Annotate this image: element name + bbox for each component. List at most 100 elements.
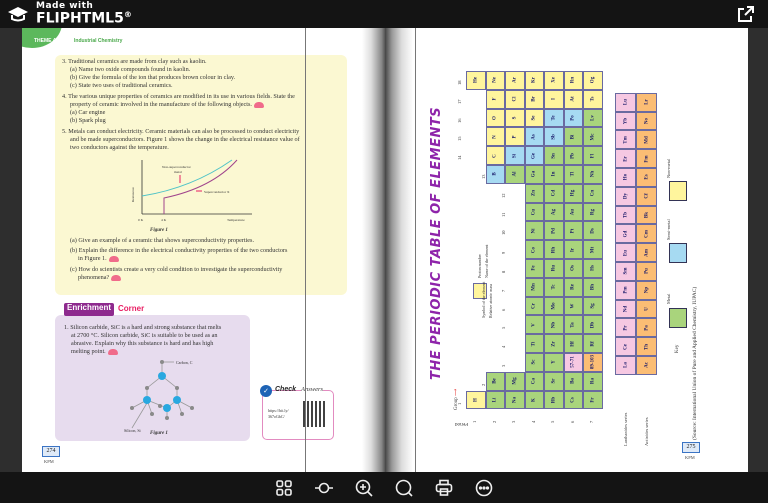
actinide-cell[interactable]: Fm — [636, 149, 657, 168]
element-cell[interactable]: Re — [563, 277, 583, 297]
answer-url[interactable]: https://bit.ly/ — [268, 408, 289, 413]
element-cell[interactable]: Ne — [485, 71, 505, 90]
element-cell[interactable]: Lv — [583, 108, 603, 128]
lanthanide-cell[interactable]: Ce — [615, 337, 636, 356]
lanthanide-cell[interactable]: Gd — [615, 224, 636, 244]
check-answers-box[interactable]: ✓ Check Answers https://bit.ly/ 367oGbC/ — [260, 385, 334, 440]
element-cell[interactable]: Cd — [544, 183, 564, 203]
element-cell[interactable]: Ru — [544, 259, 564, 278]
element-cell[interactable]: Br — [524, 89, 544, 109]
actinide-cell[interactable]: Pa — [636, 318, 657, 338]
element-cell[interactable]: Rg — [583, 202, 603, 222]
element-cell[interactable]: Mc — [583, 127, 603, 147]
element-cell[interactable]: Rb — [544, 390, 564, 410]
element-cell[interactable]: Al — [505, 165, 525, 184]
element-cell[interactable]: Ir — [563, 240, 583, 259]
element-cell[interactable]: K — [524, 390, 544, 410]
element-cell[interactable]: Ta — [563, 315, 583, 335]
element-cell[interactable]: P — [505, 127, 525, 147]
element-cell[interactable]: Db — [583, 315, 603, 335]
lanthanide-cell[interactable]: Lu — [615, 92, 636, 112]
element-cell[interactable]: Y — [544, 353, 564, 372]
actinide-cell[interactable]: Ac — [636, 356, 657, 375]
element-cell[interactable]: Ni — [524, 221, 544, 241]
element-cell[interactable]: Ca — [524, 371, 544, 391]
element-cell[interactable]: Fl — [583, 146, 603, 165]
answer-url-line2[interactable]: 367oGbC/ — [268, 414, 285, 419]
actinide-cell[interactable]: Cf — [636, 186, 657, 206]
element-cell[interactable]: Kr — [524, 71, 544, 90]
lanthanide-cell[interactable]: Sm — [615, 262, 636, 281]
element-cell[interactable]: Co — [524, 240, 544, 259]
zoom-in-icon[interactable] — [354, 478, 374, 498]
element-cell[interactable]: Te — [544, 108, 564, 128]
element-cell[interactable]: Rh — [544, 240, 564, 259]
actinide-cell[interactable]: No — [636, 111, 657, 131]
element-cell[interactable]: Zr — [544, 334, 564, 353]
element-cell[interactable]: As — [524, 127, 544, 147]
element-cell[interactable]: N — [485, 127, 505, 147]
element-cell[interactable]: Sg — [583, 296, 603, 316]
element-cell[interactable]: Ar — [505, 71, 525, 90]
element-cell[interactable]: Se — [524, 108, 544, 128]
element-cell[interactable]: V — [524, 315, 544, 335]
element-cell[interactable]: Ti — [524, 334, 544, 353]
element-cell[interactable]: Ag — [544, 202, 564, 222]
element-cell[interactable]: Si — [505, 146, 525, 165]
print-icon[interactable] — [434, 478, 454, 498]
element-cell[interactable]: Mt — [583, 240, 603, 259]
element-cell[interactable]: Hf — [563, 334, 583, 353]
element-cell[interactable]: Ra — [583, 371, 603, 391]
element-cell[interactable]: W — [563, 296, 583, 316]
element-cell[interactable]: Nb — [544, 315, 564, 335]
element-cell[interactable]: Fr — [583, 390, 603, 410]
element-cell[interactable]: C — [485, 146, 505, 165]
lanthanide-cell[interactable]: Er — [615, 149, 636, 168]
more-icon[interactable] — [474, 478, 494, 498]
actinide-cell[interactable]: U — [636, 299, 657, 319]
element-cell[interactable]: Nh — [583, 165, 603, 184]
element-cell[interactable]: 89-103 — [583, 353, 603, 372]
element-cell[interactable]: Os — [563, 259, 583, 278]
element-cell[interactable]: S — [505, 108, 525, 128]
element-cell[interactable]: 57-71 — [563, 353, 583, 372]
element-cell[interactable]: Ga — [524, 165, 544, 184]
element-cell[interactable]: Pd — [544, 221, 564, 241]
actinide-cell[interactable]: Es — [636, 168, 657, 187]
lanthanide-cell[interactable]: Yb — [615, 111, 636, 131]
element-cell[interactable]: Li — [485, 390, 505, 410]
element-cell[interactable]: Sb — [544, 127, 564, 147]
element-cell[interactable]: Ts — [583, 89, 603, 109]
lanthanide-cell[interactable]: Ho — [615, 168, 636, 187]
lanthanide-cell[interactable]: Tm — [615, 130, 636, 150]
element-cell[interactable]: He — [466, 71, 486, 90]
element-cell[interactable]: Sc — [524, 353, 544, 372]
search-icon[interactable] — [394, 478, 414, 498]
element-cell[interactable]: I — [544, 89, 564, 109]
element-cell[interactable]: Tl — [563, 165, 583, 184]
element-cell[interactable]: Zn — [524, 183, 544, 203]
element-cell[interactable]: Xe — [544, 71, 564, 90]
element-cell[interactable]: Og — [583, 71, 603, 90]
element-cell[interactable]: Cs — [563, 390, 583, 410]
element-cell[interactable]: Hg — [563, 183, 583, 203]
element-cell[interactable]: O — [485, 108, 505, 128]
element-cell[interactable]: Pt — [563, 221, 583, 241]
element-cell[interactable]: Bh — [583, 277, 603, 297]
element-cell[interactable]: Mo — [544, 296, 564, 316]
element-cell[interactable]: Sr — [544, 371, 564, 391]
actinide-cell[interactable]: Th — [636, 337, 657, 356]
element-cell[interactable]: Cu — [524, 202, 544, 222]
element-cell[interactable]: Bi — [563, 127, 583, 147]
element-cell[interactable]: Tc — [544, 277, 564, 297]
element-cell[interactable]: Pb — [563, 146, 583, 165]
element-cell[interactable]: H — [466, 390, 486, 410]
element-cell[interactable]: B — [485, 165, 505, 184]
qr-code[interactable] — [303, 401, 327, 427]
lanthanide-cell[interactable]: Pm — [615, 280, 636, 300]
element-cell[interactable]: Rn — [563, 71, 583, 90]
actinide-cell[interactable]: Am — [636, 243, 657, 262]
element-cell[interactable]: Hs — [583, 259, 603, 278]
element-cell[interactable]: Au — [563, 202, 583, 222]
share-icon[interactable] — [737, 5, 755, 23]
